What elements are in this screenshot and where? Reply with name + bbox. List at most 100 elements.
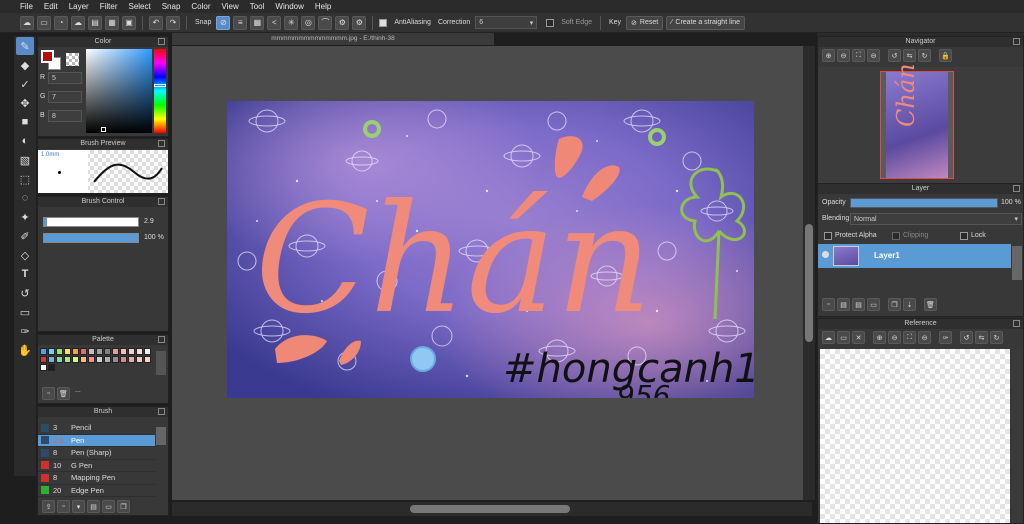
cloud-save-icon[interactable]: ☁ <box>71 15 85 30</box>
palette-swatch[interactable] <box>48 348 55 355</box>
brush-opacity-slider[interactable] <box>43 233 139 243</box>
brush-copy-icon[interactable]: ❐ <box>117 500 130 513</box>
palette-scrollbar[interactable] <box>156 351 166 375</box>
palette-swatch[interactable] <box>56 356 63 363</box>
layer-row[interactable]: Layer1 <box>818 244 1011 268</box>
saturation-value-picker[interactable] <box>86 49 152 133</box>
palette-swatch[interactable] <box>48 356 55 363</box>
panel-float-icon[interactable] <box>1013 320 1020 327</box>
new-layer-8bit-icon[interactable]: ▤ <box>837 298 850 311</box>
palette-swatch[interactable] <box>112 356 119 363</box>
correction-select[interactable]: 6 ▾ <box>475 16 538 29</box>
snap-vanish-icon[interactable]: < <box>267 15 282 30</box>
reference-close-icon[interactable]: ✕ <box>852 331 865 344</box>
rotate-right-icon[interactable]: ↻ <box>918 49 931 62</box>
menu-layer[interactable]: Layer <box>69 2 89 11</box>
canvas-artwork[interactable]: Chán #hongcanh123 956 <box>227 101 754 398</box>
flip-icon[interactable]: ⇆ <box>903 49 916 62</box>
move-tool-icon[interactable]: ✥ <box>16 94 34 112</box>
palette-swatch[interactable] <box>96 356 103 363</box>
brush-item-g-pen[interactable]: 10 G Pen <box>38 460 155 472</box>
palette-swatch[interactable] <box>120 348 127 355</box>
visibility-eye-icon[interactable] <box>822 251 829 258</box>
palette-swatch[interactable] <box>64 356 71 363</box>
snap-off-icon[interactable]: ⊘ <box>216 15 231 30</box>
horizontal-scrollbar[interactable] <box>172 502 812 516</box>
layer-folder-icon[interactable]: ▭ <box>867 298 880 311</box>
r-input[interactable]: 5 <box>48 72 82 84</box>
snap-parallel-icon[interactable]: ≡ <box>233 15 248 30</box>
panel-float-icon[interactable] <box>1013 185 1020 192</box>
fit-icon[interactable]: ⛶ <box>852 49 865 62</box>
palette-swatch[interactable] <box>120 356 127 363</box>
snap-options-icon[interactable]: ⚙ <box>352 15 367 30</box>
palette-swatch[interactable] <box>48 364 55 371</box>
palette-swatch[interactable] <box>128 356 135 363</box>
blending-select[interactable]: Normal ▾ <box>850 213 1022 225</box>
new-file-icon[interactable]: ☁ <box>20 15 34 30</box>
soft-edge-checkbox[interactable] <box>546 18 555 27</box>
reference-fit-icon[interactable]: ⛶ <box>903 331 916 344</box>
menu-window[interactable]: Window <box>275 2 303 11</box>
new-layer-1bit-icon[interactable]: ▤ <box>852 298 865 311</box>
reference-cloud-icon[interactable]: ☁ <box>822 331 835 344</box>
snap-radial-icon[interactable]: ✳ <box>284 15 299 30</box>
reference-flip-icon[interactable]: ⇆ <box>975 331 988 344</box>
menu-view[interactable]: View <box>222 2 239 11</box>
navigator-view[interactable]: Chán <box>818 63 1023 183</box>
navigator-viewport[interactable]: Chán <box>880 63 954 179</box>
panel-float-icon[interactable] <box>158 38 165 45</box>
brush-item-edge-pen[interactable]: 20 Edge Pen <box>38 485 155 497</box>
duplicate-layer-icon[interactable]: ❐ <box>888 298 901 311</box>
new-brush-icon[interactable]: ▫ <box>57 500 70 513</box>
palette-swatch[interactable] <box>80 348 87 355</box>
document-icon[interactable]: ▤ <box>88 15 102 30</box>
delete-layer-icon[interactable]: 🗑 <box>924 298 937 311</box>
brush-item-mapping-pen[interactable]: 8 Mapping Pen <box>38 472 155 485</box>
protect-alpha-checkbox[interactable] <box>824 232 832 240</box>
divide-tool-icon[interactable]: ▭ <box>16 303 34 321</box>
foreground-color-swatch[interactable] <box>41 50 54 63</box>
palette-swatch[interactable] <box>40 356 47 363</box>
reference-zoom-in-icon[interactable]: ⊕ <box>873 331 886 344</box>
brush-item-pen-sharp[interactable]: 8 Pen (Sharp) <box>38 447 155 460</box>
brush-list-scrollbar[interactable] <box>156 427 166 445</box>
reference-view[interactable] <box>820 349 1010 523</box>
menu-help[interactable]: Help <box>315 2 331 11</box>
brush-tool-icon[interactable]: ✎ <box>16 37 34 55</box>
eyedropper-tool-icon[interactable]: ✑ <box>16 322 34 340</box>
chat-icon[interactable]: ◔ <box>54 15 68 30</box>
zoom-reset-icon[interactable]: ⊖ <box>867 49 880 62</box>
check-tool-icon[interactable]: ✓ <box>16 75 34 93</box>
reference-scrollbar[interactable] <box>1012 349 1022 523</box>
new-layer-icon[interactable]: ▫ <box>822 298 835 311</box>
horizontal-scroll-thumb[interactable] <box>410 505 570 513</box>
clipping-checkbox[interactable] <box>892 232 900 240</box>
brush-item-pencil[interactable]: 3 Pencil <box>38 422 155 435</box>
select-eraser-icon[interactable]: ◇ <box>16 246 34 264</box>
menu-file[interactable]: File <box>20 2 33 11</box>
palette-swatch[interactable] <box>40 364 47 371</box>
palette-swatch[interactable] <box>72 356 79 363</box>
b-input[interactable]: 8 <box>48 110 82 122</box>
snap-settings-icon[interactable]: ⚙ <box>335 15 350 30</box>
palette-swatch[interactable] <box>88 356 95 363</box>
brush-document-icon[interactable]: ▤ <box>87 500 100 513</box>
reference-open-icon[interactable]: ▭ <box>837 331 850 344</box>
document-tab[interactable]: mmmmmmmmmmmmmm.jpg - E:/thinh-38 <box>172 33 494 45</box>
zoom-out-icon[interactable]: ⊖ <box>837 49 850 62</box>
snap-circle-icon[interactable]: ◎ <box>301 15 316 30</box>
transparent-color-swatch[interactable] <box>66 53 79 66</box>
navigator-lock-icon[interactable]: 🔒 <box>939 49 952 62</box>
menu-color[interactable]: Color <box>191 2 210 11</box>
palette-swatch[interactable] <box>64 348 71 355</box>
palette-swatch[interactable] <box>136 356 143 363</box>
panel-float-icon[interactable] <box>1013 38 1020 45</box>
palette-swatch[interactable] <box>104 356 111 363</box>
undo-icon[interactable]: ↶ <box>149 15 163 30</box>
delete-palette-icon[interactable]: 🗑 <box>57 387 70 400</box>
panel-float-icon[interactable] <box>158 198 165 205</box>
brush-size-slider[interactable] <box>43 217 139 227</box>
add-brush-icon[interactable]: ▾ <box>72 500 85 513</box>
reference-reset-icon[interactable]: ⊖ <box>918 331 931 344</box>
